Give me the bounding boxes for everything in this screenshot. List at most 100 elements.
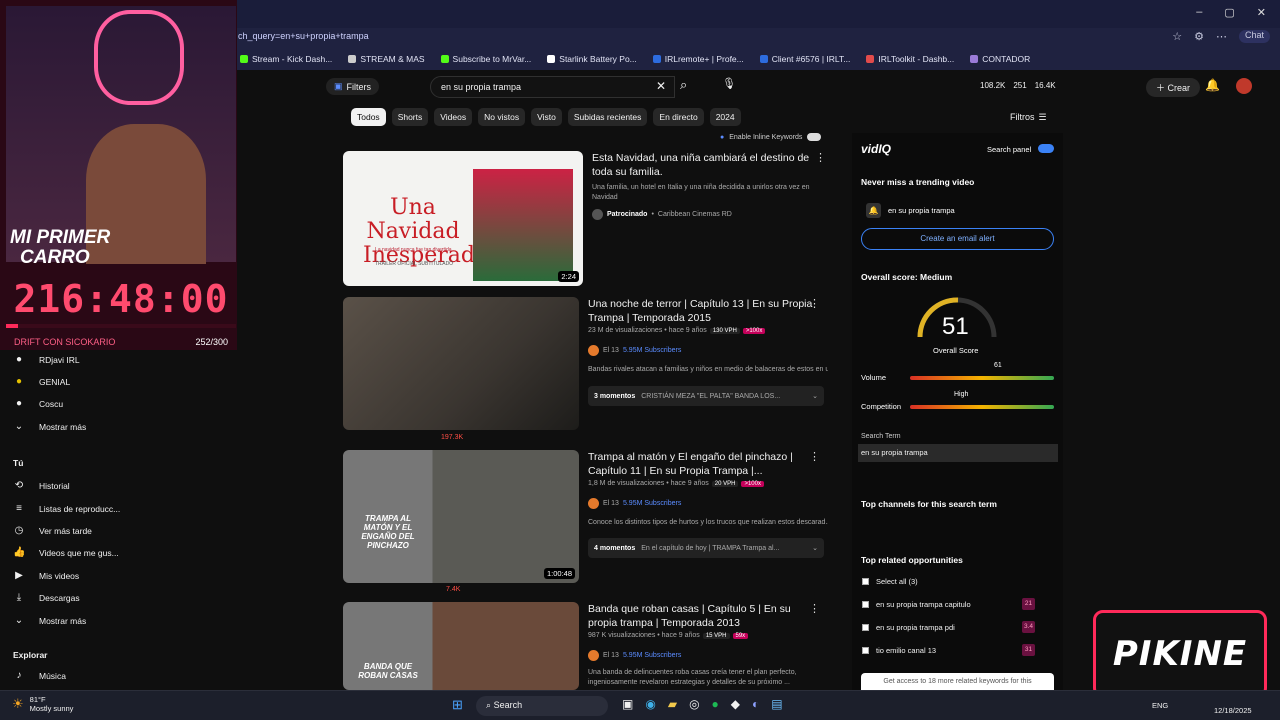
maximize-icon[interactable]: ▢ bbox=[1224, 6, 1234, 19]
sidebar-item-downloads[interactable]: ⤓ Descargas bbox=[13, 592, 80, 603]
chip[interactable]: Visto bbox=[531, 108, 562, 126]
video-title[interactable]: Banda que roban casas | Capítulo 5 | En … bbox=[588, 602, 813, 630]
search-result[interactable]: Una noche de terror | Capítulo 13 | En s… bbox=[343, 297, 828, 447]
chat-button[interactable]: Chat bbox=[1238, 30, 1270, 43]
video-thumbnail[interactable] bbox=[343, 297, 579, 430]
video-title[interactable]: Trampa al matón y El engaño del pinchazo… bbox=[588, 450, 813, 478]
search-result[interactable]: BANDA QUE ROBAN CASAS Banda que roban ca… bbox=[343, 602, 823, 690]
sidebar-you-header[interactable]: Tú bbox=[13, 458, 23, 468]
create-button[interactable]: ＋ Crear bbox=[1146, 78, 1201, 97]
keyword-row[interactable]: en su propia trampa pdi 3.4 bbox=[862, 618, 1047, 636]
video-thumbnail[interactable]: TRAMPA AL MATÓN Y EL ENGAÑO DEL PINCHAZO… bbox=[343, 450, 579, 583]
bookmark[interactable]: Client #6576 | IRLT... bbox=[759, 54, 850, 64]
chip[interactable]: Subidas recientes bbox=[567, 108, 648, 126]
sidebar-subscription[interactable]: ● GENIAL bbox=[13, 376, 70, 387]
close-icon[interactable]: ✕ bbox=[1257, 6, 1266, 19]
minimize-icon[interactable]: – bbox=[1196, 6, 1202, 19]
search-icon: ⌕ bbox=[486, 700, 492, 710]
bell-icon[interactable]: 🔔 bbox=[1205, 78, 1220, 92]
chip[interactable]: Videos bbox=[434, 108, 473, 126]
search-result[interactable]: TRAMPA AL MATÓN Y EL ENGAÑO DEL PINCHAZO… bbox=[343, 450, 828, 595]
playlist-icon: ≡ bbox=[16, 503, 22, 514]
spotify-icon[interactable]: ● bbox=[712, 697, 719, 711]
key-moments[interactable]: 3 momentos CRISTIÁN MEZA "EL PALTA" BANDA… bbox=[588, 386, 824, 406]
window-controls[interactable]: – ▢ ✕ bbox=[1196, 6, 1266, 19]
volume-bar bbox=[910, 376, 1054, 380]
sidebar-item-watch-later[interactable]: ◷ Ver más tarde bbox=[13, 525, 92, 536]
star-icon[interactable]: ☆ bbox=[1172, 30, 1182, 43]
neon-logo-icon bbox=[94, 10, 184, 105]
edge-icon[interactable]: ◉ bbox=[645, 697, 655, 711]
chip[interactable]: 2024 bbox=[709, 108, 741, 126]
chip[interactable]: No vistos bbox=[478, 108, 526, 126]
mi-primer-carro-logo: MI PRIMER CARRO bbox=[10, 227, 111, 268]
search-icon[interactable]: ⌕ bbox=[680, 77, 687, 93]
more-options-icon[interactable]: ⋮ bbox=[809, 602, 820, 615]
video-title[interactable]: Esta Navidad, una niña cambiará el desti… bbox=[592, 151, 822, 179]
filtros-button[interactable]: Filtros ☰ bbox=[1010, 112, 1047, 123]
video-thumbnail[interactable]: BANDA QUE ROBAN CASAS bbox=[343, 602, 579, 690]
search-input[interactable]: en su propia trampa bbox=[430, 76, 675, 98]
keyword-row[interactable]: en su propia trampa capitulo 21 bbox=[862, 595, 1047, 613]
bookmark[interactable]: STREAM & MAS bbox=[348, 54, 425, 64]
music-icon: ♪ bbox=[16, 670, 22, 681]
clear-search-icon[interactable]: ✕ bbox=[656, 79, 666, 93]
weather-widget[interactable]: ☀ 81°F Mostly sunny bbox=[12, 695, 73, 713]
key-moments[interactable]: 4 momentos En el capítulo de hoy | TRAMPA… bbox=[588, 538, 824, 558]
create-email-alert-button[interactable]: Create an email alert bbox=[861, 228, 1054, 250]
extension-icon[interactable]: ⚙ bbox=[1194, 30, 1204, 43]
keyword-row[interactable]: tio emilio canal 13 31 bbox=[862, 641, 1047, 659]
more-options-icon[interactable]: ⋮ bbox=[809, 450, 820, 463]
chip[interactable]: Shorts bbox=[391, 108, 429, 126]
sidebar-subscription[interactable]: ● RDjavi IRL bbox=[13, 354, 80, 365]
sidebar-item-music[interactable]: ♪ Música bbox=[13, 670, 66, 681]
bookmark[interactable]: IRLToolkit - Dashb... bbox=[866, 54, 954, 64]
more-options-icon[interactable]: ⋮ bbox=[809, 297, 820, 310]
search-panel-toggle[interactable] bbox=[1038, 144, 1054, 153]
steam-icon[interactable]: ◆ bbox=[731, 697, 740, 711]
discord-icon[interactable]: ◐ bbox=[752, 697, 759, 711]
sidebar-subscription[interactable]: ● Coscu bbox=[13, 398, 63, 409]
competition-bar bbox=[910, 405, 1054, 409]
header-stats: 108.2K 251 16.4K bbox=[980, 81, 1056, 90]
more-keywords-cta[interactable]: Get access to 18 more related keywords f… bbox=[861, 673, 1054, 690]
download-icon: ⤓ bbox=[16, 592, 22, 603]
sidebar-item-history[interactable]: ⟲ Historial bbox=[13, 480, 70, 491]
sidebar-item-liked[interactable]: 👍 Videos que me gus... bbox=[13, 547, 119, 558]
filters-button[interactable]: ▣ Filters bbox=[326, 78, 380, 95]
bell-icon: 🔔 bbox=[866, 203, 881, 218]
bookmark[interactable]: CONTADOR bbox=[970, 54, 1030, 64]
notepad-icon[interactable]: ▤ bbox=[771, 697, 782, 711]
bookmark[interactable]: IRLremote+ | Profe... bbox=[652, 54, 744, 64]
bookmark[interactable]: Starlink Battery Po... bbox=[547, 54, 637, 64]
search-result-ad[interactable]: Una Navidad Inesperada La navidad nunca … bbox=[343, 151, 826, 288]
task-view-icon[interactable]: ▣ bbox=[622, 697, 633, 711]
vidiq-icon: ▣ bbox=[334, 81, 343, 91]
windows-start-icon[interactable]: ⊞ bbox=[452, 697, 463, 713]
mic-icon[interactable]: 🎙 bbox=[722, 77, 736, 90]
video-title[interactable]: Una noche de terror | Capítulo 13 | En s… bbox=[588, 297, 813, 325]
folder-icon[interactable]: ▰ bbox=[668, 697, 677, 711]
youtube-sidebar: ● RDjavi IRL ● GENIAL ● Coscu ⌄ Mostrar más … bbox=[0, 348, 128, 690]
sidebar-item-my-videos[interactable]: ▶ Mis videos bbox=[13, 570, 79, 581]
video-thumbnail[interactable]: Una Navidad Inesperada La navidad nunca … bbox=[343, 151, 583, 286]
menu-icon[interactable]: ⋯ bbox=[1216, 30, 1227, 43]
select-all-checkbox[interactable]: Select all (3) bbox=[862, 572, 1047, 590]
countdown-timer: 216:48:00 bbox=[13, 277, 229, 321]
chip[interactable]: En directo bbox=[653, 108, 704, 126]
address-bar[interactable]: ch_query=en+su+propia+trampa ☆ ⚙ ⋯ Chat bbox=[230, 28, 1280, 48]
bookmark[interactable]: Stream - Kick Dash... bbox=[240, 54, 332, 64]
sidebar-show-more[interactable]: ⌄ Mostrar más bbox=[13, 615, 86, 626]
avatar[interactable] bbox=[1236, 78, 1252, 94]
sidebar-show-more[interactable]: ⌄ Mostrar más bbox=[13, 421, 86, 432]
inline-keywords-toggle[interactable]: ● Enable Inline Keywords bbox=[720, 133, 822, 141]
bookmark[interactable]: Subscribe to MrVar... bbox=[440, 54, 531, 64]
webcam-feed: MI PRIMER CARRO bbox=[6, 6, 236, 268]
chip[interactable]: Todos bbox=[351, 108, 386, 126]
more-options-icon[interactable]: ⋮ bbox=[815, 151, 826, 164]
vidiq-logo: vidIQ bbox=[861, 142, 892, 156]
sidebar-item-playlists[interactable]: ≡ Listas de reproducc... bbox=[13, 503, 120, 514]
taskbar-search[interactable]: ⌕ Search bbox=[476, 696, 608, 716]
chrome-icon[interactable]: ◎ bbox=[689, 697, 699, 711]
url-text[interactable]: ch_query=en+su+propia+trampa bbox=[238, 31, 369, 41]
